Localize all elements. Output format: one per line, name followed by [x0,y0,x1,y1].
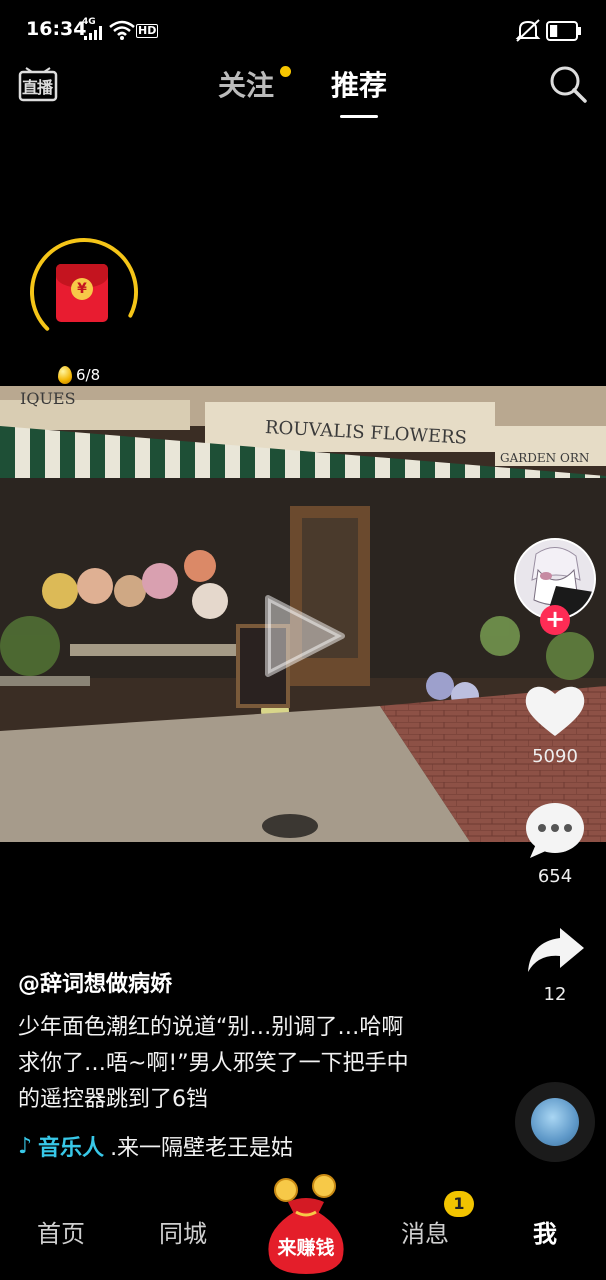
play-button[interactable] [258,588,350,684]
share-button[interactable]: 12 [522,922,588,1005]
caption-line: 的遥控器跳到了6铛 [18,1087,208,1112]
message-badge: 1 [444,1191,474,1217]
caption-line: 求你了…唔~啊!”男人邪笑了一下把手中 [18,1051,409,1076]
yuan-coin-icon: ¥ [71,278,93,300]
nav-me[interactable]: 我 [500,1214,590,1249]
music-cover-icon [531,1098,579,1146]
nav-messages[interactable]: 消息 [380,1214,470,1249]
active-tab-indicator [340,115,378,118]
share-arrow-icon [528,928,584,972]
share-count: 12 [543,984,567,1005]
search-icon [550,66,587,103]
status-bar: 16:34 4G HD [0,0,606,62]
music-info[interactable]: ♪ 音乐人 .来一隔壁老王是姑 [18,1130,293,1162]
live-label: 直播 [22,78,53,97]
nav-home[interactable]: 首页 [16,1214,106,1249]
signal-icon [84,26,102,40]
live-entry-button[interactable]: 直播 [18,62,58,102]
video-sign-left: IQUES [20,389,76,408]
battery-icon [546,21,581,41]
comment-button[interactable]: 654 [522,800,588,887]
gold-egg-icon [58,366,72,384]
earn-money-button[interactable] [258,1172,354,1276]
author-name[interactable]: @辞词想做病娇 [18,966,172,998]
like-button[interactable]: 5090 [522,680,588,767]
redpack-icon: ¥ [56,264,108,322]
earn-money-label: 来赚钱 [277,1237,335,1259]
music-title: .来一隔壁老王是姑 [110,1136,294,1161]
redpack-count: 6/8 [58,366,100,384]
comment-icon [526,803,584,858]
tab-follow[interactable]: 关注 [218,64,274,104]
like-count: 5090 [532,746,578,767]
nav-nearby[interactable]: 同城 [138,1214,228,1249]
comment-count: 654 [537,866,573,887]
music-note-icon: ♪ [18,1133,33,1159]
status-time: 16:34 [26,18,87,40]
search-button[interactable] [548,64,588,104]
follow-button[interactable]: + [540,605,570,635]
hd-icon: HD [136,24,159,38]
money-bag-icon [268,1174,344,1274]
post-caption: 少年面色潮红的说道“别…别调了…哈啊 求你了…唔~啊!”男人邪笑了一下把手中 的… [18,1010,448,1118]
heart-icon [525,686,585,736]
music-tag: 音乐人 [38,1136,105,1161]
redpack-count-label: 6/8 [76,366,101,384]
tab-recommend[interactable]: 推荐 [331,64,387,104]
mute-icon [515,19,541,42]
follow-new-dot [280,66,291,77]
wifi-icon [109,20,135,40]
play-icon [265,595,345,677]
video-sign-right: GARDEN ORN [500,451,589,465]
caption-line: 少年面色潮红的说道“别…别调了…哈啊 [18,1015,404,1040]
